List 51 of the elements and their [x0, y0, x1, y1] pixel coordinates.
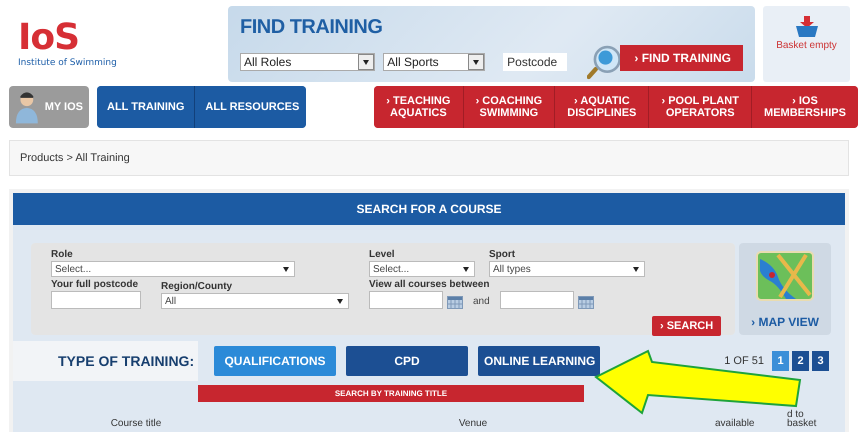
page-info: 1 OF 51 — [724, 355, 764, 367]
category-link[interactable]: › TEACHING AQUATICS — [374, 86, 464, 128]
logo-tagline: Institute of Swimming — [18, 58, 118, 68]
field-label: View all courses between — [369, 279, 490, 290]
search-button[interactable]: › SEARCH — [652, 316, 722, 336]
calendar-icon[interactable] — [578, 296, 594, 309]
panel-title: FIND TRAINING — [240, 16, 384, 39]
map-view-button[interactable]: › MAP VIEW — [739, 243, 831, 335]
section-label: TYPE OF TRAINING: — [13, 341, 198, 381]
date-field[interactable] — [500, 291, 574, 309]
sport-select[interactable]: All types — [489, 261, 645, 277]
postcode-field[interactable] — [51, 291, 141, 309]
breadcrumb[interactable]: Products > All Training — [9, 140, 849, 176]
date-field[interactable] — [369, 291, 443, 309]
basket-icon[interactable] — [794, 16, 820, 38]
caret-icon — [463, 266, 469, 272]
training-type-tab[interactable]: QUALIFICATIONS — [214, 346, 336, 376]
title-search-bar[interactable]: SEARCH BY TRAINING TITLE — [198, 385, 584, 402]
column-header: Course title — [110, 419, 162, 428]
basket-status[interactable]: Basket empty — [776, 40, 837, 51]
map-icon — [756, 251, 814, 301]
nav-link[interactable]: ALL TRAINING — [97, 86, 196, 128]
training-type-tab[interactable]: CPD — [346, 346, 468, 376]
calendar-icon[interactable] — [447, 296, 463, 309]
caret-icon — [363, 60, 370, 64]
caret-icon — [473, 60, 480, 64]
caret-icon — [633, 266, 639, 272]
page-button[interactable]: 3 — [812, 351, 829, 371]
field-label: Level — [369, 249, 396, 260]
page-button[interactable]: 2 — [792, 351, 809, 371]
and-label: and — [473, 296, 490, 307]
training-type-tab[interactable]: ONLINE LEARNING — [478, 346, 600, 376]
column-header: available — [715, 419, 756, 428]
section-header: SEARCH FOR A COURSE — [13, 193, 845, 225]
level-select[interactable]: Select... — [369, 261, 475, 277]
sport-select[interactable]: All Sports — [383, 53, 486, 71]
field-label: Sport — [489, 249, 516, 260]
page-button[interactable]: 1 — [772, 351, 789, 371]
region-select[interactable]: All — [161, 293, 349, 309]
role-select[interactable]: All Roles — [240, 53, 376, 71]
caret-icon — [337, 298, 343, 304]
logo-text[interactable]: IoS — [18, 20, 228, 56]
caret-icon — [283, 266, 289, 272]
field-label: Role — [51, 249, 74, 260]
column-header: Venue — [458, 419, 488, 428]
role-select[interactable]: Select... — [51, 261, 295, 277]
column-header: d to basket — [787, 410, 818, 428]
field-label: Region/County — [161, 281, 234, 292]
find-training-button[interactable]: › FIND TRAINING — [620, 45, 744, 71]
field-label: Your full postcode — [51, 279, 140, 290]
postcode-field[interactable]: Postcode — [503, 53, 568, 71]
